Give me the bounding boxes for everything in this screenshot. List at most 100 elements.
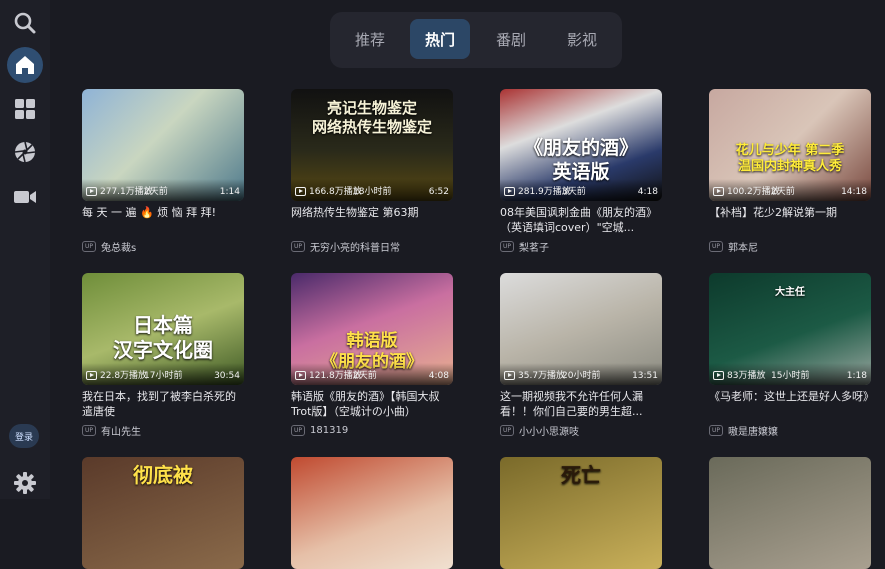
video-card[interactable]: 亮记生物鉴定 网络热传生物鉴定 166.8万播放 18小时前 6:52 网络热传… — [291, 89, 453, 254]
video-meta-bar: 35.7万播放 20小时前 13:51 — [500, 363, 662, 385]
up-badge-icon: UP — [291, 240, 306, 252]
video-title[interactable]: 08年美国讽刺金曲《朋友的酒》（英语填词cover）"空城... — [500, 205, 662, 235]
up-badge-icon: UP — [82, 424, 97, 436]
video-card[interactable]: 277.1万播放 2天前 1:14 每 天 一 遍 🔥 烦 恼 拜 拜! UP … — [82, 89, 244, 254]
uploader-name[interactable]: 嗷是唐嬢嬢 — [728, 423, 778, 438]
uploader-row[interactable]: UP 有山先生 — [82, 423, 244, 438]
uploader-row[interactable]: UP 兔总裁s — [82, 239, 244, 254]
video-thumbnail[interactable]: 日本篇 汉字文化圈 22.8万播放 17小时前 30:54 — [82, 273, 244, 385]
video-meta-bar: 83万播放 15小时前 1:18 — [709, 363, 871, 385]
video-thumbnail[interactable]: 亮记生物鉴定 网络热传生物鉴定 166.8万播放 18小时前 6:52 — [291, 89, 453, 201]
video-card[interactable]: 彻底被 — [82, 457, 244, 569]
video-thumbnail[interactable]: 大主任 83万播放 15小时前 1:18 — [709, 273, 871, 385]
thumbnail-caption: 亮记生物鉴定 网络热传生物鉴定 — [311, 99, 432, 136]
video-thumbnail[interactable] — [709, 457, 871, 569]
video-meta-bar: 100.2万播放 2天前 14:18 — [709, 179, 871, 201]
uploader-name[interactable]: 181319 — [310, 425, 348, 436]
up-badge-icon: UP — [709, 424, 724, 436]
video-meta-bar: 22.8万播放 17小时前 30:54 — [82, 363, 244, 385]
uploader-name[interactable]: 兔总裁s — [101, 239, 136, 254]
search-button[interactable] — [7, 5, 43, 41]
top-tab-bar: 推荐 热门 番剧 影视 — [330, 12, 622, 68]
video-duration: 4:18 — [637, 187, 658, 197]
search-icon — [14, 12, 36, 34]
uploader-name[interactable]: 小小小思源吱 — [519, 423, 579, 438]
upload-time: 3天前 — [562, 187, 586, 197]
uploader-row[interactable]: UP 梨茗子 — [500, 239, 662, 254]
video-card[interactable]: 大主任 83万播放 15小时前 1:18 《马老师：这世上还是好人多呀》 UP … — [709, 273, 871, 438]
video-thumbnail[interactable]: 死亡 — [500, 457, 662, 569]
video-duration: 4:08 — [428, 371, 449, 381]
video-title[interactable]: 我在日本，找到了被李白杀死的遣唐使 — [82, 389, 244, 419]
up-badge-icon: UP — [709, 240, 724, 252]
uploader-row[interactable]: UP 181319 — [291, 423, 453, 437]
play-count-icon — [295, 371, 306, 380]
login-button[interactable]: 登录 — [9, 424, 39, 448]
up-badge-icon: UP — [500, 424, 515, 436]
live-button[interactable] — [7, 179, 43, 215]
play-count-icon — [504, 187, 515, 196]
home-icon — [16, 56, 34, 74]
upload-time: 2天前 — [771, 187, 795, 197]
uploader-row[interactable]: UP 无穷小亮的科普日常 — [291, 239, 453, 254]
up-badge-icon: UP — [291, 424, 306, 436]
video-thumbnail[interactable]: 35.7万播放 20小时前 13:51 — [500, 273, 662, 385]
thumbnail-caption: 大主任 — [775, 287, 805, 298]
tab-anime[interactable]: 番剧 — [481, 19, 541, 59]
video-card[interactable]: 《朋友的酒》 英语版 281.9万播放 3天前 4:18 08年美国讽刺金曲《朋… — [500, 89, 662, 254]
video-thumbnail[interactable]: 彻底被 — [82, 457, 244, 569]
video-card[interactable]: 死亡 — [500, 457, 662, 569]
settings-button[interactable] — [7, 465, 43, 501]
category-button[interactable] — [7, 91, 43, 127]
play-count-icon — [86, 371, 97, 380]
video-card[interactable] — [291, 457, 453, 569]
upload-time: 15小时前 — [771, 371, 810, 381]
sidebar: 登录 — [0, 0, 50, 499]
video-thumbnail[interactable] — [291, 457, 453, 569]
video-duration: 6:52 — [428, 187, 449, 197]
dynamic-button[interactable] — [7, 134, 43, 170]
upload-time: 18小时前 — [353, 187, 392, 197]
video-duration: 13:51 — [632, 371, 658, 381]
home-button[interactable] — [7, 47, 43, 83]
uploader-row[interactable]: UP 嗷是唐嬢嬢 — [709, 423, 871, 438]
play-count-icon — [86, 187, 97, 196]
thumbnail-caption: 花儿与少年 第二季 温国内封神真人秀 — [735, 143, 845, 175]
uploader-name[interactable]: 有山先生 — [101, 423, 141, 438]
tab-hot[interactable]: 热门 — [410, 19, 470, 59]
video-card[interactable]: 日本篇 汉字文化圈 22.8万播放 17小时前 30:54 我在日本，找到了被李… — [82, 273, 244, 438]
uploader-name[interactable]: 无穷小亮的科普日常 — [310, 239, 400, 254]
video-title[interactable]: 这一期视频我不允许任何人漏看！！你们自己要的男生超... — [500, 389, 662, 419]
video-title[interactable]: 《马老师：这世上还是好人多呀》 — [709, 389, 871, 419]
play-count-icon — [713, 187, 724, 196]
video-meta-bar: 121.8万播放 2天前 4:08 — [291, 363, 453, 385]
tab-recommend[interactable]: 推荐 — [340, 19, 400, 59]
thumbnail-caption: 死亡 — [561, 463, 601, 487]
video-duration: 14:18 — [841, 187, 867, 197]
uploader-row[interactable]: UP 郭本尼 — [709, 239, 871, 254]
play-count: 35.7万播放 — [518, 371, 566, 381]
upload-time: 2天前 — [353, 371, 377, 381]
video-thumbnail[interactable]: 花儿与少年 第二季 温国内封神真人秀 100.2万播放 2天前 14:18 — [709, 89, 871, 201]
video-title[interactable]: 【补档】花少2解说第一期 — [709, 205, 871, 235]
thumbnail-caption: 《朋友的酒》 英语版 — [523, 137, 638, 183]
uploader-row[interactable]: UP 小小小思源吱 — [500, 423, 662, 438]
video-thumbnail[interactable]: 277.1万播放 2天前 1:14 — [82, 89, 244, 201]
video-title[interactable]: 网络热传生物鉴定 第63期 — [291, 205, 453, 235]
video-duration: 1:18 — [846, 371, 867, 381]
play-count: 22.8万播放 — [100, 371, 148, 381]
video-card[interactable]: 韩语版 《朋友的酒》 121.8万播放 2天前 4:08 韩语版《朋友的酒》【韩… — [291, 273, 453, 437]
video-card[interactable]: 花儿与少年 第二季 温国内封神真人秀 100.2万播放 2天前 14:18 【补… — [709, 89, 871, 254]
video-title[interactable]: 韩语版《朋友的酒》【韩国大叔Trot版】（空城计の小曲） — [291, 389, 453, 419]
aperture-icon — [14, 141, 36, 163]
uploader-name[interactable]: 郭本尼 — [728, 239, 758, 254]
video-meta-bar: 281.9万播放 3天前 4:18 — [500, 179, 662, 201]
uploader-name[interactable]: 梨茗子 — [519, 239, 549, 254]
video-thumbnail[interactable]: 《朋友的酒》 英语版 281.9万播放 3天前 4:18 — [500, 89, 662, 201]
thumbnail-caption: 彻底被 — [133, 463, 193, 487]
video-card[interactable]: 35.7万播放 20小时前 13:51 这一期视频我不允许任何人漏看！！你们自己… — [500, 273, 662, 438]
video-title[interactable]: 每 天 一 遍 🔥 烦 恼 拜 拜! — [82, 205, 244, 235]
video-card[interactable] — [709, 457, 871, 569]
tab-film[interactable]: 影视 — [552, 19, 612, 59]
video-thumbnail[interactable]: 韩语版 《朋友的酒》 121.8万播放 2天前 4:08 — [291, 273, 453, 385]
